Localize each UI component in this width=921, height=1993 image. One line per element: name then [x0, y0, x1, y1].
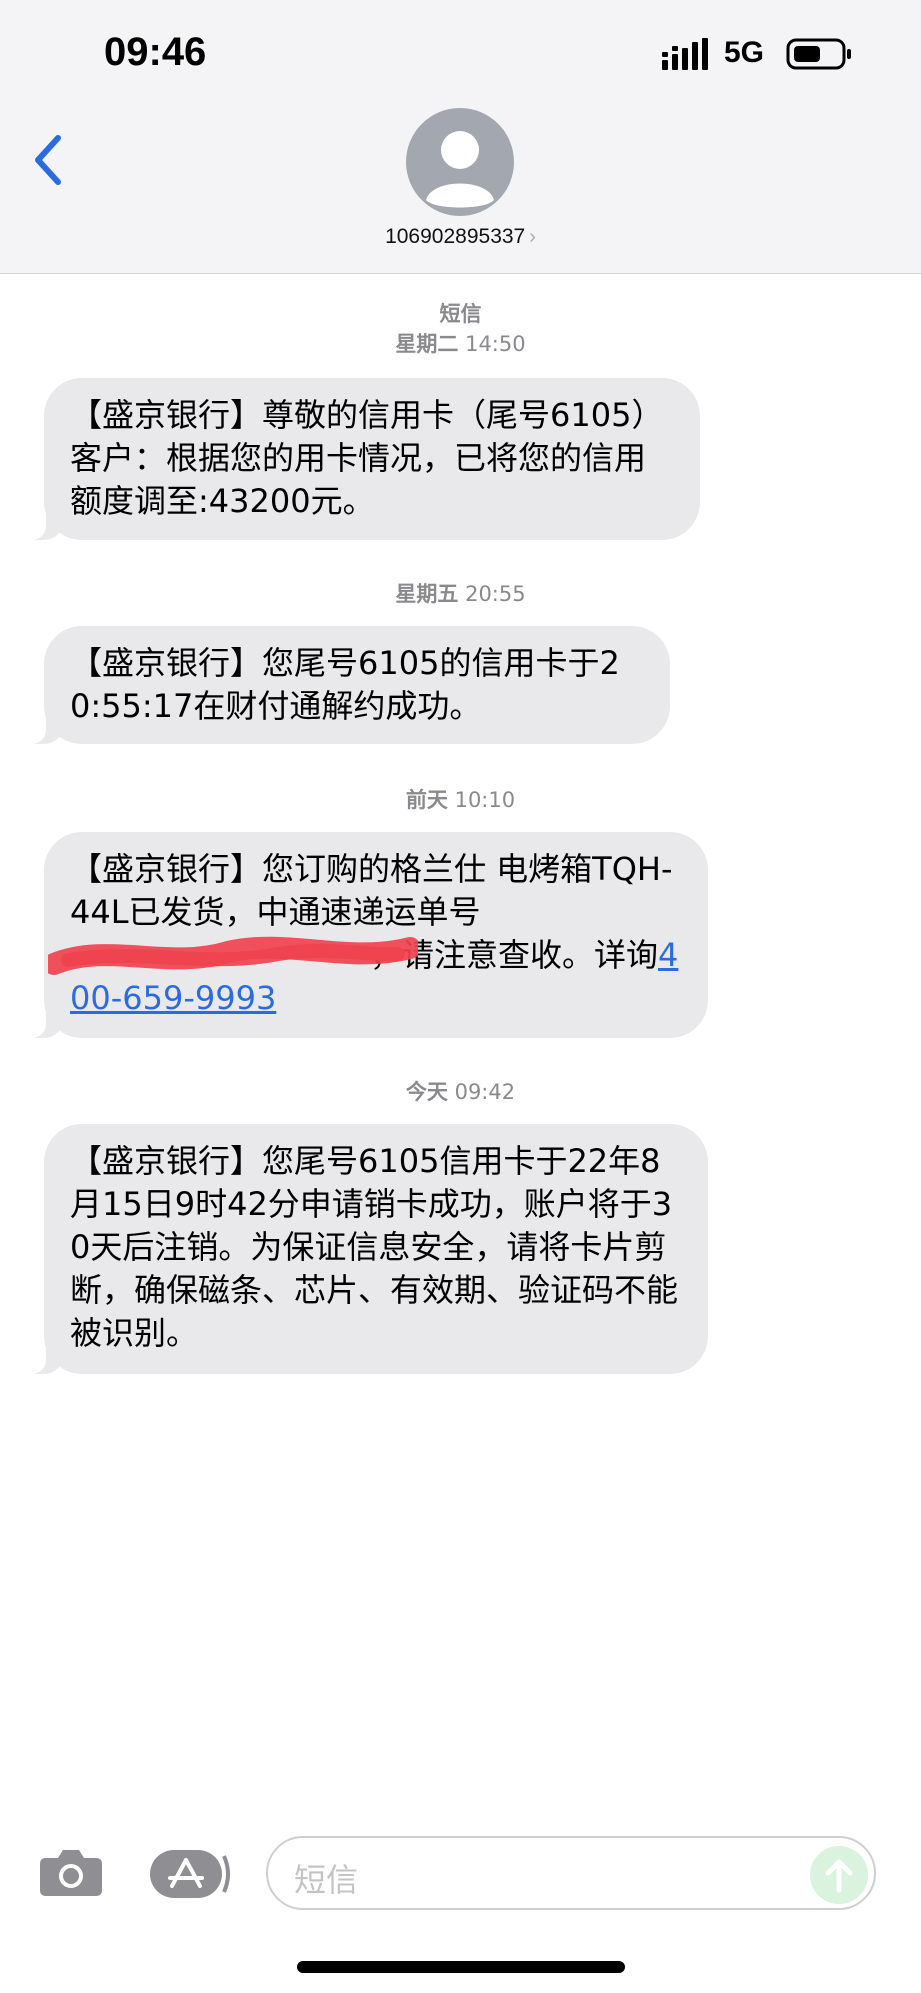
- message-bubble[interactable]: 【盛京银行】您尾号6105信用卡于22年8月15日9时42分申请销卡成功，账户将…: [26, 1124, 708, 1374]
- messages-screen: 09:46 5G 106902895337 › 短信 星期二 14:50 【盛京…: [0, 0, 921, 1993]
- message-bubble[interactable]: 【盛京银行】尊敬的信用卡（尾号6105）客户：根据您的用卡情况，已将您的信用额度…: [26, 378, 700, 540]
- conversation-header: 09:46 5G 106902895337 ›: [0, 0, 921, 274]
- contact-avatar[interactable]: [406, 108, 514, 216]
- service-label: 短信: [439, 302, 482, 326]
- timestamp: 星期二 14:50: [395, 332, 526, 356]
- message-text: 【盛京银行】尊敬的信用卡（尾号6105）客户：根据您的用卡情况，已将您的信用额度…: [70, 396, 664, 520]
- home-indicator[interactable]: [297, 1961, 625, 1973]
- battery-icon: [786, 38, 851, 70]
- back-chevron-icon[interactable]: [28, 130, 68, 190]
- redaction-scribble: [48, 936, 418, 975]
- message-text: 【盛京银行】您尾号6105信用卡于22年8月15日9时42分申请销卡成功，账户将…: [70, 1142, 679, 1352]
- message-bubble[interactable]: 【盛京银行】您尾号6105的信用卡于20:55:17在财付通解约成功。: [26, 626, 670, 744]
- message-input[interactable]: 短信: [266, 1836, 876, 1910]
- message-text: 【盛京银行】您尾号6105的信用卡于20:55:17在财付通解约成功。: [70, 644, 620, 725]
- signal-icon: [662, 38, 708, 70]
- message-text: 【盛京银行】您订购的格兰仕 电烤箱TQH-44L已发货，中通速递运单号: [70, 850, 673, 931]
- status-time: 09:46: [104, 30, 207, 74]
- message-input-placeholder: 短信: [294, 1861, 359, 1899]
- chevron-right-icon: ›: [529, 226, 536, 248]
- camera-icon[interactable]: [38, 1846, 104, 1898]
- network-label: 5G: [724, 36, 765, 69]
- app-store-icon[interactable]: [148, 1848, 230, 1900]
- send-arrow-icon[interactable]: [810, 1846, 868, 1904]
- contact-name[interactable]: 106902895337 ›: [0, 225, 921, 249]
- timestamp: 前天 10:10: [405, 788, 516, 812]
- timestamp: 今天 09:42: [405, 1080, 516, 1104]
- contact-number: 106902895337: [385, 225, 526, 248]
- timestamp: 星期五 20:55: [395, 582, 526, 606]
